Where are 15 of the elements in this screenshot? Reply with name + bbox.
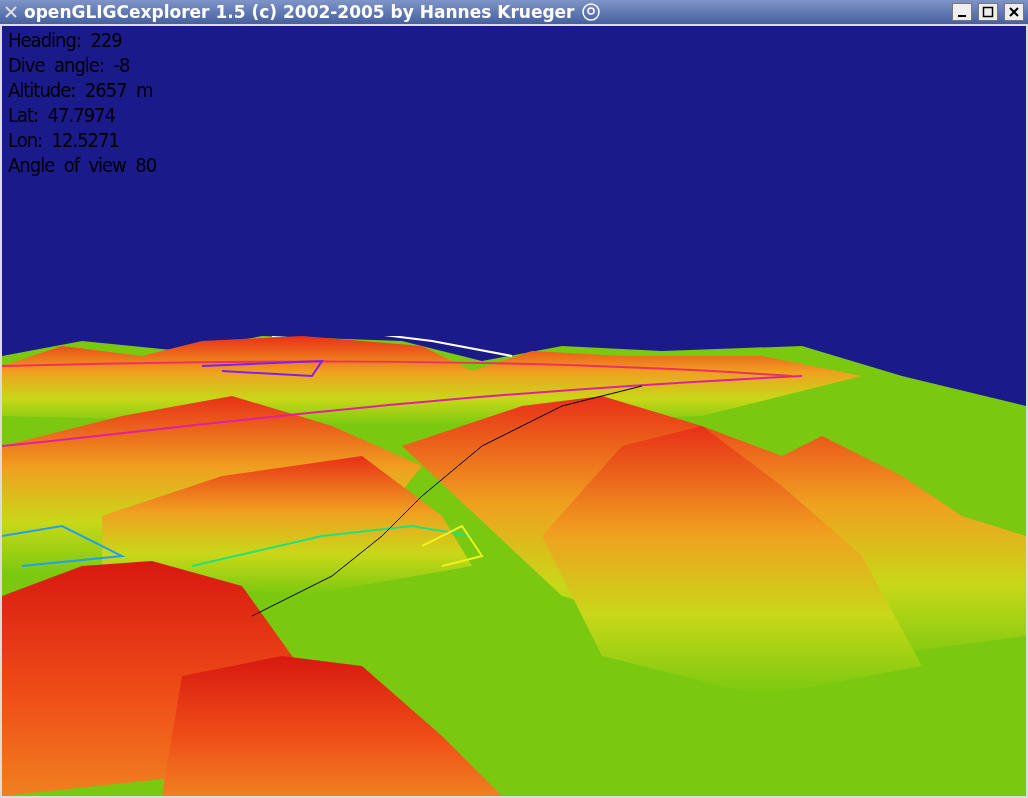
close-icon [1008,6,1020,18]
minimize-button[interactable] [952,3,972,21]
maximize-button[interactable] [978,3,998,21]
hud-readout: Angle of view 80 [8,153,157,178]
hud-readout: Lon: 12.5271 [8,128,120,153]
hud-readout: Altitude: 2657 m [8,78,154,103]
hud-readout: Heading: 229 [8,28,123,53]
swirl-icon[interactable] [580,2,601,22]
x-logo-icon [4,5,18,19]
hud-readout: Dive angle: -8 [8,53,131,78]
hud-readout: Lat: 47.7974 [8,103,116,128]
maximize-icon [982,6,994,18]
minimize-icon [956,15,968,17]
close-button[interactable] [1004,3,1024,21]
window-title: openGLIGCexplorer 1.5 (c) 2002-2005 by Hannes Krueger [24,2,575,22]
